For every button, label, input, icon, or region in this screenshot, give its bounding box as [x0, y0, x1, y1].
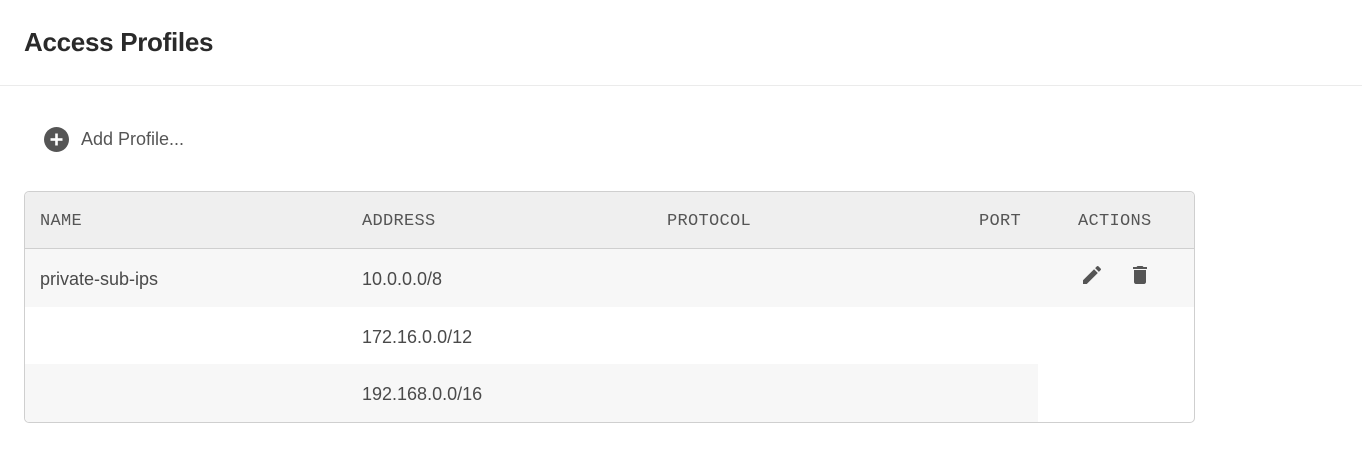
profile-name-cell: private-sub-ips [40, 269, 159, 289]
page-header: Access Profiles [0, 0, 1362, 86]
edit-button[interactable] [1079, 262, 1105, 288]
column-header-address: ADDRESS [362, 212, 436, 231]
profiles-table: NAME ADDRESS PROTOCOL PORT ACTIONS priva… [24, 191, 1195, 423]
address-cell: 192.168.0.0/16 [362, 384, 483, 404]
page-title: Access Profiles [24, 27, 214, 57]
table-row: 192.168.0.0/16 [25, 364, 1038, 422]
plus-circle-icon [44, 126, 69, 152]
add-profile-label: Add Profile... [81, 128, 185, 149]
delete-icon [1133, 266, 1147, 284]
column-header-port: PORT [979, 212, 1022, 231]
column-header-name: NAME [40, 212, 83, 231]
edit-icon [1083, 265, 1102, 284]
delete-button[interactable] [1127, 262, 1153, 288]
column-header-protocol: PROTOCOL [667, 212, 752, 231]
add-profile-button[interactable]: Add Profile... [44, 126, 184, 152]
address-cell: 172.16.0.0/12 [362, 327, 473, 347]
column-header-actions: ACTIONS [1078, 212, 1152, 231]
table-row: private-sub-ips 10.0.0.0/8 [25, 249, 1194, 307]
table-row: 172.16.0.0/12 [25, 307, 1038, 365]
table-header: NAME ADDRESS PROTOCOL PORT ACTIONS [25, 192, 1194, 249]
address-cell: 10.0.0.0/8 [362, 269, 443, 289]
